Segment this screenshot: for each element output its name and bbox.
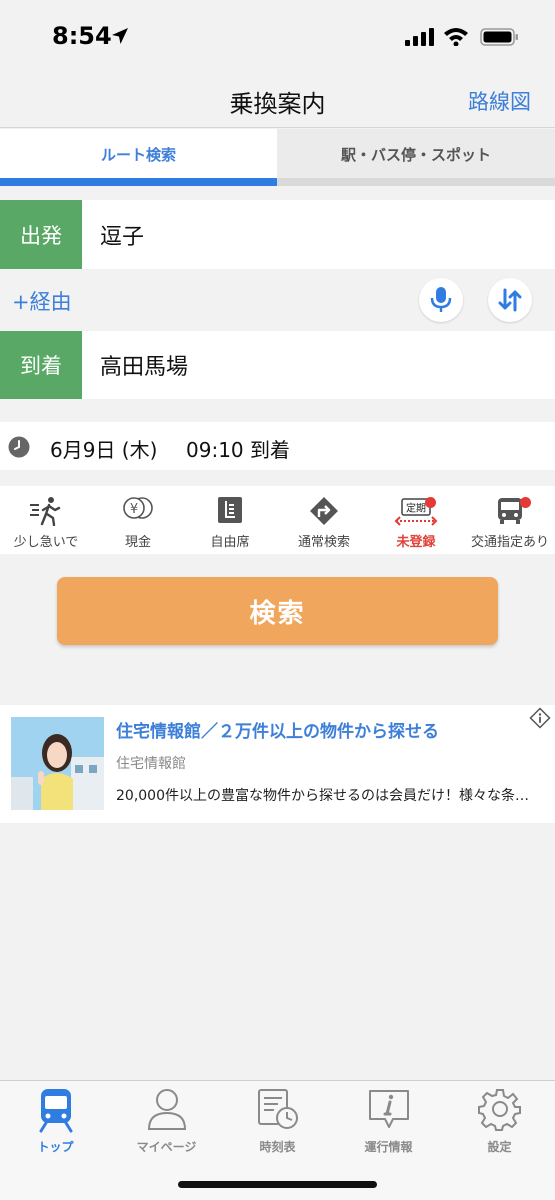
walking-person-icon (30, 497, 61, 526)
departure-badge: 出発 (0, 200, 82, 269)
option-search-type[interactable]: 通常検索 (278, 486, 370, 554)
location-arrow-icon (112, 28, 128, 44)
search-time: 09:10 到着 (186, 438, 290, 462)
departure-station[interactable]: 逗子 (100, 200, 144, 269)
info-bubble-icon (368, 1090, 409, 1128)
tabbar-settings-label: 設定 (487, 1140, 512, 1154)
route-map-button[interactable]: 路線図 (468, 86, 531, 116)
option-speed[interactable]: 少し急いで (0, 486, 92, 554)
ad-description: 20,000件以上の豊富な物件から探せるのは会員だけ！様々な条件から希望の物件を… (116, 788, 541, 804)
swap-stations-button[interactable] (488, 278, 532, 322)
unregistered-alert-dot (425, 497, 436, 508)
ad-image[interactable] (11, 717, 104, 810)
ad-banner[interactable]: 住宅情報館／２万件以上の物件から探せる 住宅情報館 20,000件以上の豊富な物… (0, 705, 555, 823)
option-seat[interactable]: 自由席 (184, 486, 276, 554)
tabbar-service-info[interactable]: 運行情報 (333, 1087, 444, 1157)
search-options-bar: 少し急いで ¥ 現金 自由席 通常検索 定期 未登録 交通指定あり (0, 486, 555, 554)
battery-icon (480, 28, 518, 46)
ad-photo (11, 717, 104, 810)
option-speed-label: 少し急いで (13, 535, 79, 550)
ad-info-icon[interactable] (529, 707, 551, 729)
ad-title[interactable]: 住宅情報館／２万件以上の物件から探せる (116, 717, 439, 742)
clock-icon (8, 436, 30, 458)
tabbar-service-info-label: 運行情報 (364, 1140, 413, 1154)
seat-icon (218, 497, 242, 523)
departure-row[interactable]: 出発 逗子 (0, 200, 555, 269)
status-bar: 8:54 (0, 0, 555, 70)
tab-station-spot[interactable]: 駅・バス停・スポット (277, 129, 555, 179)
commuter-pass-icon-text: 定期 (406, 502, 426, 515)
cellular-signal-icon (405, 28, 434, 46)
arrival-station[interactable]: 高田馬場 (100, 331, 188, 399)
train-icon (39, 1089, 72, 1133)
person-icon (147, 1089, 186, 1130)
tabbar-mypage-label: マイページ (136, 1140, 197, 1154)
datetime-row[interactable]: 6月9日 (木) 09:10 到着 (0, 422, 555, 470)
navigation-bar: 乗換案内 路線図 (0, 70, 555, 128)
search-date: 6月9日 (木) (50, 438, 158, 462)
tabbar-timetable-label: 時刻表 (259, 1140, 296, 1154)
option-transport-filter[interactable]: 交通指定あり (464, 486, 555, 554)
timetable-icon (257, 1089, 298, 1129)
ad-sponsor: 住宅情報館 (116, 756, 186, 772)
tab-indicator-track (277, 178, 555, 186)
option-fare-label: 現金 (124, 535, 151, 550)
transport-filter-alert-dot (520, 497, 531, 508)
option-transport-filter-label: 交通指定あり (470, 535, 549, 550)
svg-text:¥: ¥ (130, 502, 138, 517)
option-seat-label: 自由席 (210, 535, 250, 550)
tabbar-top[interactable]: トップ (0, 1087, 111, 1157)
option-commuter-pass[interactable]: 定期 未登録 (370, 486, 462, 554)
swap-arrows-icon (498, 288, 522, 312)
tabbar-mypage[interactable]: マイページ (111, 1087, 222, 1157)
via-row: +経由 (0, 270, 555, 330)
option-commuter-pass-label: 未登録 (396, 535, 436, 550)
arrival-row[interactable]: 到着 高田馬場 (0, 331, 555, 399)
yen-coins-icon: ¥ (123, 497, 153, 519)
tabbar-top-label: トップ (37, 1140, 74, 1154)
microphone-icon (430, 287, 452, 312)
wifi-icon (444, 28, 468, 46)
status-time: 8:54 (52, 22, 112, 50)
route-sign-icon (310, 497, 338, 525)
active-tab-indicator (0, 178, 277, 186)
option-fare[interactable]: ¥ 現金 (92, 486, 184, 554)
search-mode-tabs: ルート検索 駅・バス停・スポット (0, 129, 555, 185)
voice-input-button[interactable] (419, 278, 463, 322)
tab-route-search[interactable]: ルート検索 (0, 129, 277, 179)
gear-icon (477, 1089, 521, 1131)
arrival-badge: 到着 (0, 331, 82, 399)
home-indicator (178, 1181, 377, 1188)
search-button[interactable]: 検索 (57, 577, 498, 645)
option-search-type-label: 通常検索 (297, 535, 350, 550)
tabbar-settings[interactable]: 設定 (444, 1087, 555, 1157)
add-via-button[interactable]: +経由 (12, 286, 72, 316)
tabbar-timetable[interactable]: 時刻表 (222, 1087, 333, 1157)
